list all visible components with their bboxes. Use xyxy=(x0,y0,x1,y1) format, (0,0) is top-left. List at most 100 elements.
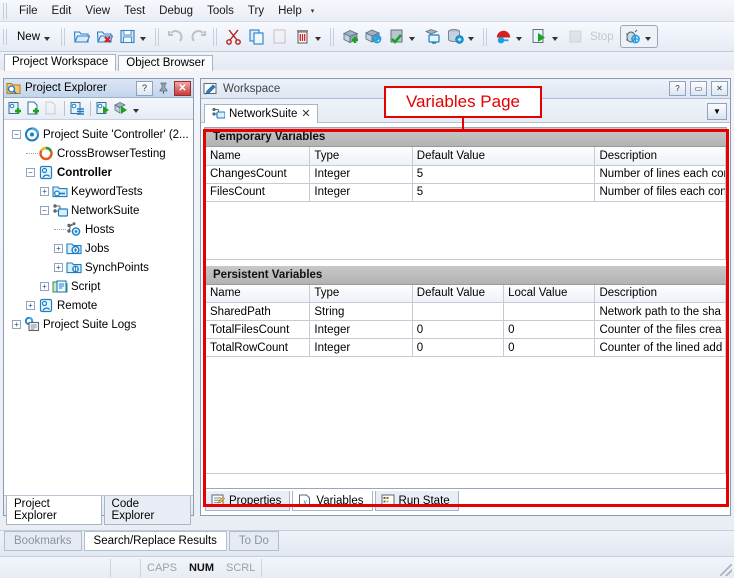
temporary-variables-table[interactable]: Name Type Default Value Description Changes… xyxy=(205,147,726,202)
table-cell[interactable]: Integer xyxy=(309,164,413,184)
table-cell[interactable]: ChangesCount xyxy=(205,164,311,184)
menu-item-view[interactable]: View xyxy=(78,3,117,19)
table-cell[interactable] xyxy=(503,302,596,321)
toolbar-drag-grip-1[interactable] xyxy=(3,28,9,45)
delete-dropdown-caret[interactable] xyxy=(315,36,322,41)
redo-button[interactable] xyxy=(187,26,210,47)
table-cell[interactable]: FilesCount xyxy=(205,182,311,202)
workspace-restore-button[interactable]: ▭ xyxy=(690,81,707,96)
temporary-table-header-row[interactable]: Name Type Default Value Description xyxy=(205,147,726,166)
new-project-icon[interactable] xyxy=(7,100,24,117)
bottom-tab-bookmarks[interactable]: Bookmarks xyxy=(4,531,82,551)
tree-expander-minus-icon[interactable]: − xyxy=(12,130,21,139)
save-dropdown-caret[interactable] xyxy=(140,36,147,41)
persistent-variables-table[interactable]: Name Type Default Value Local Value Descript… xyxy=(205,284,726,357)
tree-expander-plus-icon[interactable]: + xyxy=(54,263,63,272)
close-project-button[interactable] xyxy=(93,26,116,47)
persistent-table-empty-area[interactable] xyxy=(205,357,726,474)
tree-node-crossbrowsertesting[interactable]: CrossBrowserTesting xyxy=(6,144,193,163)
menu-item-test[interactable]: Test xyxy=(117,3,152,19)
table-cell[interactable]: TotalFilesCount xyxy=(205,320,311,339)
table-cell[interactable]: Integer xyxy=(309,320,413,339)
run-selected-icon[interactable] xyxy=(113,100,130,117)
menu-item-try[interactable]: Try xyxy=(241,3,271,19)
run-button[interactable] xyxy=(528,26,564,47)
table-cell[interactable]: Integer xyxy=(309,182,413,202)
tree-expander-plus-icon[interactable]: + xyxy=(54,244,63,253)
data-store-dropdown-caret[interactable] xyxy=(468,36,475,41)
project-tree[interactable]: − Project Suite 'Controller' (2... CrossBr… xyxy=(4,121,193,495)
table-cell[interactable]: Counter of the lined add xyxy=(594,338,726,357)
table-cell[interactable]: 0 xyxy=(503,320,596,339)
paste-button[interactable] xyxy=(268,26,291,47)
tree-node-jobs[interactable]: + Jobs xyxy=(6,239,193,258)
tree-node-script[interactable]: + Script xyxy=(6,277,193,296)
table-cell[interactable]: Counter of the files crea xyxy=(594,320,726,339)
tree-node-controller[interactable]: − Controller xyxy=(6,163,193,182)
column-header-default-value[interactable]: Default Value xyxy=(411,284,505,303)
table-cell[interactable]: TotalRowCount xyxy=(205,338,311,357)
table-cell[interactable]: Number of files each con xyxy=(594,182,726,202)
add-test-item-button[interactable] xyxy=(339,26,362,47)
tree-node-synchpoints[interactable]: + SynchPoints xyxy=(6,258,193,277)
table-row[interactable]: SharedPath String Network path to the sha xyxy=(205,302,726,321)
menu-overflow-caret[interactable]: ▾ xyxy=(309,7,321,15)
tree-node-networksuite[interactable]: − NetworkSuite xyxy=(6,201,193,220)
workspace-tab-object-browser[interactable]: Object Browser xyxy=(118,55,213,71)
menu-item-file[interactable]: File xyxy=(12,3,45,19)
table-cell[interactable]: Network path to the sha xyxy=(594,302,726,321)
workspace-close-button[interactable]: ✕ xyxy=(711,81,728,96)
tree-expander-plus-icon[interactable]: + xyxy=(26,301,35,310)
cut-button[interactable] xyxy=(222,26,245,47)
open-project-button[interactable] xyxy=(70,26,93,47)
checkpoint-button[interactable] xyxy=(385,26,421,47)
run-project-icon[interactable] xyxy=(95,100,112,117)
tree-expander-plus-icon[interactable]: + xyxy=(40,187,49,196)
temporary-table-empty-area[interactable] xyxy=(205,201,726,260)
table-cell[interactable]: 0 xyxy=(411,320,505,339)
document-tab-properties[interactable]: Properties xyxy=(205,491,291,511)
new-dropdown-caret[interactable] xyxy=(44,36,51,41)
tree-expander-plus-icon[interactable]: + xyxy=(12,320,21,329)
column-header-type[interactable]: Type xyxy=(309,284,413,303)
table-cell[interactable]: 5 xyxy=(411,164,596,184)
tree-expander-minus-icon[interactable]: − xyxy=(26,168,35,177)
tree-node-hosts[interactable]: Hosts xyxy=(6,220,193,239)
menu-item-help[interactable]: Help xyxy=(271,3,309,19)
copy-button[interactable] xyxy=(245,26,268,47)
project-explorer-close-button[interactable]: ✕ xyxy=(174,80,191,96)
tree-node-remote[interactable]: + Remote xyxy=(6,296,193,315)
menu-item-debug[interactable]: Debug xyxy=(152,3,200,19)
editor-tab-dropdown[interactable]: ▼ xyxy=(707,103,727,120)
tree-node-project-suite-logs[interactable]: + Project Suite Logs xyxy=(6,315,193,334)
tree-expander-minus-icon[interactable]: − xyxy=(40,206,49,215)
table-cell[interactable]: SharedPath xyxy=(205,302,311,321)
persistent-table-header-row[interactable]: Name Type Default Value Local Value Descript… xyxy=(205,284,726,303)
record-button[interactable] xyxy=(492,26,528,47)
display-button[interactable] xyxy=(421,26,444,47)
table-cell[interactable] xyxy=(411,302,505,321)
column-header-name[interactable]: Name xyxy=(205,147,311,166)
column-header-name[interactable]: Name xyxy=(205,284,311,303)
table-row[interactable]: TotalFilesCount Integer 0 0 Counter of the f… xyxy=(205,320,726,339)
column-header-description[interactable]: Description xyxy=(594,284,726,303)
column-header-local-value[interactable]: Local Value xyxy=(503,284,596,303)
tree-node-project-suite-controller-2[interactable]: − Project Suite 'Controller' (2... xyxy=(6,125,193,144)
project-explorer-toolbar-caret[interactable] xyxy=(133,108,139,113)
new-button[interactable]: New xyxy=(12,29,58,45)
delete-button[interactable] xyxy=(291,26,327,47)
menu-drag-grip[interactable] xyxy=(3,2,9,19)
document-tab-run-state[interactable]: Run State xyxy=(374,491,459,511)
debug-button[interactable] xyxy=(619,25,658,48)
table-cell[interactable]: Integer xyxy=(309,338,413,357)
explorer-tab-code-explorer[interactable]: Code Explorer xyxy=(103,496,191,525)
data-store-button[interactable] xyxy=(444,26,480,47)
save-button[interactable] xyxy=(116,26,152,47)
record-dropdown-caret[interactable] xyxy=(516,36,523,41)
project-explorer-help-button[interactable]: ? xyxy=(136,80,153,96)
table-cell[interactable]: 0 xyxy=(411,338,505,357)
open-item-icon[interactable] xyxy=(43,100,60,117)
editor-tab-close-icon[interactable]: ✕ xyxy=(301,107,310,120)
table-row[interactable]: FilesCount Integer 5 Number of files each c… xyxy=(205,182,726,202)
bottom-tab-search-replace-results[interactable]: Search/Replace Results xyxy=(83,531,227,551)
